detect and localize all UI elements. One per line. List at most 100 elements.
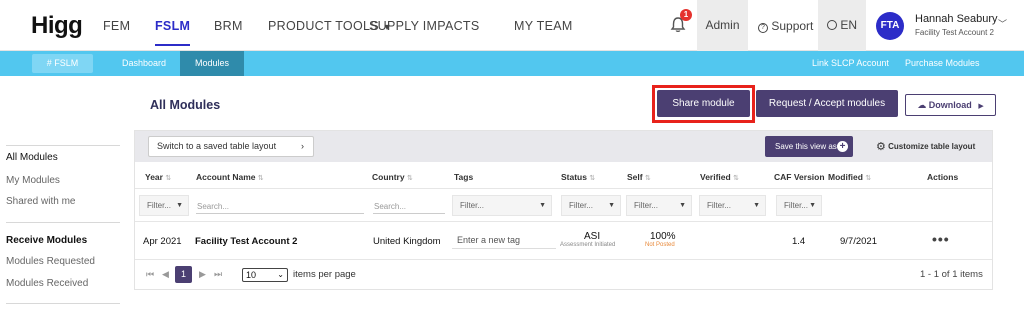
cell-self-sub: Not Posted [645, 242, 675, 248]
tag-input[interactable]: Enter a new tag [452, 232, 556, 249]
nav-supply-impacts[interactable]: SUPPLY IMPACTS [369, 19, 479, 33]
row-divider [135, 259, 992, 260]
prev-page-icon[interactable]: ◀ [162, 266, 169, 283]
filter-self[interactable]: Filter... ▼ [626, 195, 692, 216]
column-header-year[interactable]: Year ⇅ [145, 172, 171, 182]
support-label: Support [771, 19, 814, 33]
per-page-value: 10 [246, 270, 257, 280]
highlight-box [652, 85, 755, 123]
sort-icon: ⇅ [644, 175, 651, 182]
sidebar-section-receive: Receive Modules [6, 235, 88, 246]
column-header-country[interactable]: Country ⇅ [372, 172, 413, 182]
filter-verified[interactable]: Filter... ▼ [699, 195, 766, 216]
nav-fem[interactable]: FEM [103, 19, 130, 33]
sidebar-item-received[interactable]: Modules Received [6, 278, 88, 289]
save-view-button[interactable]: Save this view as + [765, 136, 853, 157]
fslm-badge-label: FSLM [54, 58, 79, 68]
items-count: 1 - 1 of 1 items [920, 269, 983, 280]
sidebar-divider [6, 145, 120, 146]
filter-caf[interactable]: Filter... ▼ [776, 195, 822, 216]
top-navigation: Higg FEM FSLM BRM PRODUCT TOOLS ▼ SUPPLY… [0, 0, 1024, 51]
avatar[interactable]: FTA [876, 12, 904, 40]
filter-year[interactable]: Filter... ▼ [139, 195, 189, 216]
column-header-status[interactable]: Status ⇅ [561, 172, 595, 182]
column-year-label: Year [145, 172, 163, 182]
column-header-verified[interactable]: Verified ⇅ [700, 172, 739, 182]
sidebar-item-requested[interactable]: Modules Requested [6, 256, 95, 267]
customize-layout-button[interactable]: ⚙ Customize table layout [876, 140, 975, 153]
cell-status: ASI [584, 231, 601, 242]
next-page-icon[interactable]: ▶ [199, 266, 206, 283]
current-page-button[interactable]: 1 [175, 266, 192, 283]
sort-icon: ⇅ [589, 175, 596, 182]
sidebar-item-shared[interactable]: Shared with me [6, 196, 75, 207]
per-page-select[interactable]: 10 ⌄ [242, 268, 288, 282]
sort-icon: ⇅ [257, 175, 264, 182]
first-page-icon[interactable]: ⏮ [146, 266, 154, 283]
last-page-icon[interactable]: ⏭ [214, 266, 222, 283]
sub-navigation: # FSLM Dashboard Modules Link SLCP Accou… [0, 51, 1024, 76]
cell-account[interactable]: Facility Test Account 2 [195, 236, 297, 247]
subnav-dashboard[interactable]: Dashboard [122, 51, 166, 76]
sidebar-divider [6, 222, 120, 223]
column-header-modified[interactable]: Modified ⇅ [828, 172, 871, 182]
column-status-label: Status [561, 172, 587, 182]
column-self-label: Self [627, 172, 643, 182]
caret-down-icon: ▼ [753, 202, 760, 209]
sidebar-item-my-modules[interactable]: My Modules [6, 175, 60, 186]
nav-my-team[interactable]: MY TEAM [514, 19, 573, 33]
cell-modified: 9/7/2021 [840, 236, 877, 247]
subnav-modules[interactable]: Modules [180, 51, 245, 76]
higg-logo[interactable]: Higg [31, 12, 83, 40]
saved-layout-button[interactable]: Switch to a saved table layout › [148, 136, 314, 157]
subnav-link-slcp[interactable]: Link SLCP Account [812, 51, 889, 76]
download-button[interactable]: ☁ Download ▶ [905, 94, 996, 116]
cell-caf: 1.4 [792, 236, 806, 247]
support-link[interactable]: ? Support [758, 19, 813, 33]
column-header-account[interactable]: Account Name ⇅ [196, 172, 264, 182]
globe-icon [826, 20, 837, 30]
column-account-label: Account Name [196, 172, 256, 182]
chevron-down-icon[interactable]: ﹀ [998, 17, 1007, 30]
language-selector[interactable]: EN [818, 0, 866, 51]
caret-down-icon: ▼ [608, 202, 615, 209]
filter-verified-label: Filter... [707, 201, 732, 210]
column-country-label: Country [372, 172, 405, 182]
customize-label: Customize table layout [888, 142, 976, 151]
column-modified-label: Modified [828, 172, 863, 182]
play-right-icon: ▶ [978, 103, 984, 110]
filter-tags[interactable]: Filter... ▼ [452, 195, 552, 216]
filter-year-label: Filter... [147, 201, 172, 210]
caret-down-icon: ▼ [809, 202, 816, 209]
page-title: All Modules [150, 98, 221, 112]
caret-down-icon: ▼ [679, 202, 686, 209]
notification-badge: 1 [680, 9, 692, 21]
nav-fslm[interactable]: FSLM [155, 19, 191, 46]
plus-icon: + [837, 141, 848, 152]
column-header-self[interactable]: Self ⇅ [627, 172, 651, 182]
request-accept-button[interactable]: Request / Accept modules [756, 90, 898, 117]
caret-down-icon: ▼ [539, 202, 546, 209]
saved-layout-label: Switch to a saved table layout [157, 141, 277, 151]
user-account: Facility Test Account 2 [915, 28, 994, 37]
sort-icon: ⇅ [865, 175, 872, 182]
sidebar-item-all-modules[interactable]: All Modules [6, 152, 58, 163]
more-actions-icon[interactable]: ••• [932, 231, 950, 247]
cell-country: United Kingdom [373, 236, 441, 247]
nav-brm[interactable]: BRM [214, 19, 243, 33]
help-circle-icon: ? [758, 23, 768, 33]
admin-button[interactable]: Admin [697, 0, 748, 51]
sort-icon: ⇅ [406, 175, 413, 182]
column-verified-label: Verified [700, 172, 731, 182]
header-divider [135, 188, 992, 189]
subnav-purchase-modules[interactable]: Purchase Modules [905, 51, 980, 76]
filter-status[interactable]: Filter... ▼ [561, 195, 621, 216]
caret-down-icon: ▼ [176, 202, 183, 209]
per-page-label: items per page [293, 269, 356, 280]
column-header-caf: CAF Version [774, 172, 825, 182]
search-country[interactable]: Search... [373, 199, 445, 214]
filter-tags-label: Filter... [460, 201, 485, 210]
fslm-badge[interactable]: # FSLM [32, 54, 93, 73]
search-account[interactable]: Search... [196, 199, 364, 214]
user-name[interactable]: Hannah Seabury [915, 13, 998, 25]
